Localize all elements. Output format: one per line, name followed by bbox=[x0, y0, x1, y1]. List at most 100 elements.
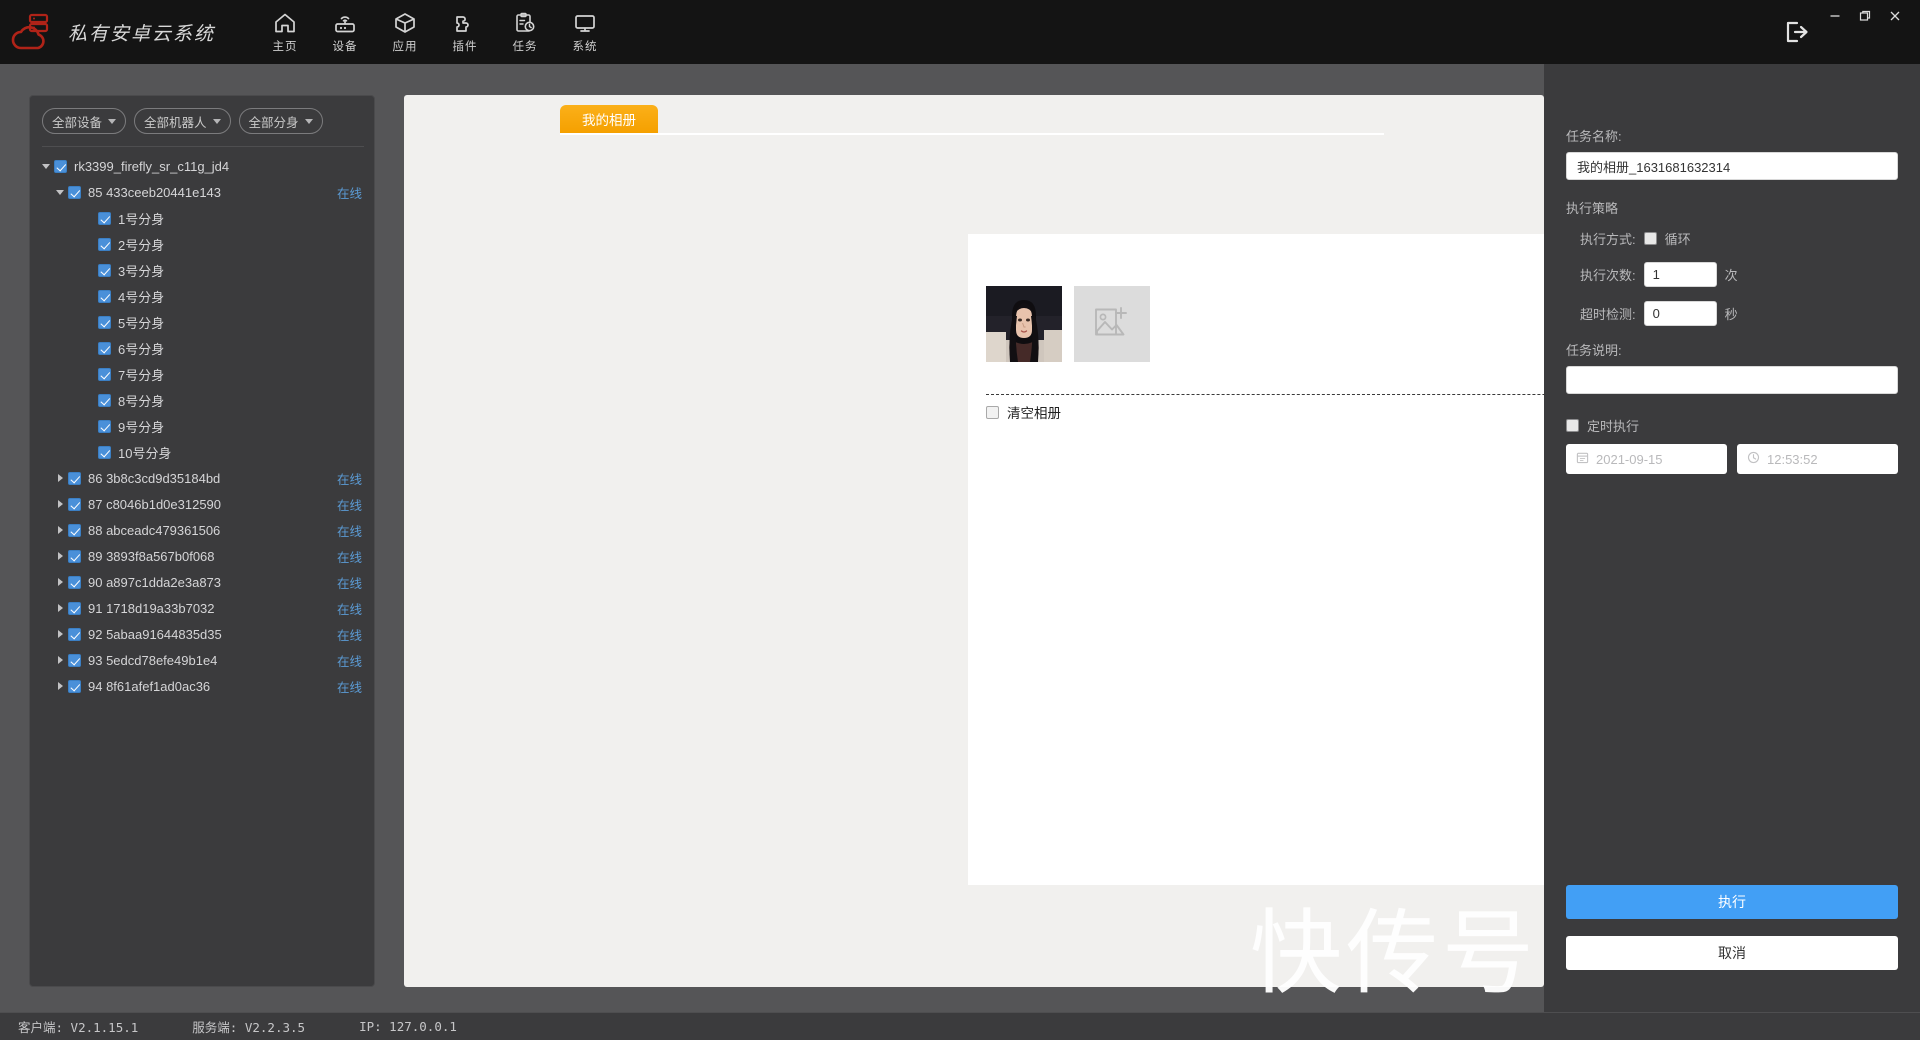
tree-item-clone[interactable]: 5号分身 bbox=[30, 309, 374, 335]
chevron-right-icon[interactable] bbox=[52, 656, 68, 664]
task-desc-input[interactable] bbox=[1566, 366, 1898, 394]
nav-item-system[interactable]: 系统 bbox=[555, 0, 615, 64]
task-name-input[interactable] bbox=[1566, 152, 1898, 180]
nav-item-home[interactable]: 主页 bbox=[255, 0, 315, 64]
maximize-button[interactable] bbox=[1850, 3, 1880, 29]
tree-item-label: 86 3b8c3cd9d35184bd bbox=[88, 470, 221, 486]
logout-icon[interactable] bbox=[1774, 9, 1820, 55]
tree-item-checkbox[interactable] bbox=[98, 315, 111, 329]
tree-item-checkbox[interactable] bbox=[68, 549, 81, 563]
tree-item-device[interactable]: 89 3893f8a567b0f068 在线 bbox=[30, 543, 374, 569]
tree-item-checkbox[interactable] bbox=[68, 653, 81, 667]
execution-count-input[interactable] bbox=[1643, 262, 1717, 287]
tree-item-checkbox[interactable] bbox=[98, 263, 111, 277]
portrait-thumbnail[interactable] bbox=[986, 286, 1062, 362]
nav-label: 插件 bbox=[452, 41, 478, 53]
nav-item-apps[interactable]: 应用 bbox=[375, 0, 435, 64]
tree-item-clone[interactable]: 10号分身 bbox=[30, 439, 374, 465]
tree-item-checkbox[interactable] bbox=[98, 367, 111, 381]
tree-item-checkbox[interactable] bbox=[68, 185, 81, 199]
tree-item-device[interactable]: 88 abceadc479361506 在线 bbox=[30, 517, 374, 543]
filter-all-clones[interactable]: 全部分身 bbox=[238, 108, 323, 134]
nav-item-tasks[interactable]: 任务 bbox=[495, 0, 555, 64]
add-image-placeholder[interactable] bbox=[1074, 286, 1150, 362]
chevron-down-icon[interactable] bbox=[38, 163, 54, 169]
clear-album-checkbox[interactable] bbox=[986, 405, 999, 419]
status-bar: 客户端: V2.1.15.1 服务端: V2.2.3.5 IP: 127.0.0… bbox=[0, 1012, 1920, 1040]
nav-label: 系统 bbox=[572, 41, 598, 53]
tree-item-checkbox[interactable] bbox=[98, 211, 111, 225]
chevron-right-icon[interactable] bbox=[52, 604, 68, 612]
filter-all-devices[interactable]: 全部设备 bbox=[42, 108, 127, 134]
tree-item-device[interactable]: 86 3b8c3cd9d35184bd 在线 bbox=[30, 465, 374, 491]
schedule-checkbox[interactable] bbox=[1566, 419, 1579, 432]
tree-item-checkbox[interactable] bbox=[98, 237, 111, 251]
tree-item-label: rk3399_firefly_sr_c11g_jd4 bbox=[74, 158, 230, 174]
tree-item-checkbox[interactable] bbox=[68, 471, 81, 485]
tree-item-checkbox[interactable] bbox=[98, 419, 111, 433]
tree-item-clone[interactable]: 1号分身 bbox=[30, 205, 374, 231]
execute-button[interactable]: 执行 bbox=[1566, 885, 1898, 919]
chevron-right-icon[interactable] bbox=[52, 474, 68, 482]
tree-item-checkbox[interactable] bbox=[98, 289, 111, 303]
device-tree[interactable]: rk3399_firefly_sr_c11g_jd4 85 433ceeb2044… bbox=[30, 147, 374, 986]
chevron-right-icon[interactable] bbox=[52, 630, 68, 638]
cloud-server-logo bbox=[0, 0, 62, 64]
tree-item-device[interactable]: 93 5edcd78efe49b1e4 在线 bbox=[30, 647, 374, 673]
schedule-time-field[interactable]: 12:53:52 bbox=[1737, 444, 1898, 474]
clear-album-row[interactable]: 清空相册 bbox=[986, 402, 1061, 422]
filter-all-robots[interactable]: 全部机器人 bbox=[134, 108, 231, 134]
tree-item-label: 8号分身 bbox=[118, 393, 165, 409]
tree-item-clone[interactable]: 6号分身 bbox=[30, 335, 374, 361]
chevron-right-icon[interactable] bbox=[52, 578, 68, 586]
tree-item-device[interactable]: 87 c8046b1d0e312590 在线 bbox=[30, 491, 374, 517]
chevron-right-icon[interactable] bbox=[52, 526, 68, 534]
tree-item-label: 4号分身 bbox=[118, 289, 165, 305]
timeout-input[interactable] bbox=[1643, 301, 1717, 326]
status-badge: 在线 bbox=[336, 186, 362, 201]
schedule-date-field[interactable]: 2021-09-15 bbox=[1566, 444, 1727, 474]
tree-item-device[interactable]: 85 433ceeb20441e143 在线 bbox=[30, 179, 374, 205]
tree-item-device[interactable]: 92 5abaa91644835d35 在线 bbox=[30, 621, 374, 647]
task-config-panel: 任务名称: 执行策略 执行方式: 循环 执行次数: 次 超时检测: 秒 任务说明… bbox=[1544, 64, 1920, 1017]
tree-item-label: 6号分身 bbox=[118, 341, 165, 357]
tree-item-clone[interactable]: 3号分身 bbox=[30, 257, 374, 283]
nav-item-devices[interactable]: 设备 bbox=[315, 0, 375, 64]
nav-item-plugins[interactable]: 插件 bbox=[435, 0, 495, 64]
tree-item-clone[interactable]: 7号分身 bbox=[30, 361, 374, 387]
tree-item-checkbox[interactable] bbox=[68, 627, 81, 641]
chevron-down-icon[interactable] bbox=[52, 189, 68, 195]
tree-item-clone[interactable]: 9号分身 bbox=[30, 413, 374, 439]
tree-item-checkbox[interactable] bbox=[98, 341, 111, 355]
task-desc-label: 任务说明: bbox=[1566, 343, 1622, 358]
chevron-right-icon[interactable] bbox=[52, 500, 68, 508]
tree-item-clone[interactable]: 4号分身 bbox=[30, 283, 374, 309]
tab-bar: 我的相册 bbox=[404, 95, 1544, 135]
tree-item-device[interactable]: 91 1718d19a33b7032 在线 bbox=[30, 595, 374, 621]
tree-item-checkbox[interactable] bbox=[68, 575, 81, 589]
tree-item-label: 2号分身 bbox=[118, 237, 165, 253]
tree-item-checkbox[interactable] bbox=[68, 679, 81, 693]
tree-item-checkbox[interactable] bbox=[54, 159, 67, 173]
filter-label: 全部设备 bbox=[52, 115, 103, 130]
app-header: 私有安卓云系统 主页 设备 应用 插件 任务 系统 bbox=[0, 0, 1920, 64]
tree-item-checkbox[interactable] bbox=[98, 393, 111, 407]
chevron-right-icon[interactable] bbox=[52, 682, 68, 690]
tree-item-checkbox[interactable] bbox=[68, 523, 81, 537]
loop-checkbox[interactable] bbox=[1643, 232, 1657, 245]
tree-item-checkbox[interactable] bbox=[98, 445, 111, 459]
clipboard-clock-icon bbox=[513, 10, 537, 36]
tree-item-device[interactable]: rk3399_firefly_sr_c11g_jd4 bbox=[30, 153, 374, 179]
tree-item-clone[interactable]: 8号分身 bbox=[30, 387, 374, 413]
tree-item-device[interactable]: 90 a897c1dda2e3a873 在线 bbox=[30, 569, 374, 595]
minimize-button[interactable] bbox=[1820, 3, 1850, 29]
chevron-right-icon[interactable] bbox=[52, 552, 68, 560]
tree-item-device[interactable]: 94 8f61afef1ad0ac36 在线 bbox=[30, 673, 374, 699]
tab-my-album[interactable]: 我的相册 bbox=[560, 105, 658, 133]
tree-item-clone[interactable]: 2号分身 bbox=[30, 231, 374, 257]
cancel-button[interactable]: 取消 bbox=[1566, 936, 1898, 970]
tree-item-checkbox[interactable] bbox=[68, 497, 81, 511]
tree-item-label: 85 433ceeb20441e143 bbox=[88, 184, 222, 200]
tree-item-checkbox[interactable] bbox=[68, 601, 81, 615]
close-button[interactable] bbox=[1880, 3, 1910, 29]
